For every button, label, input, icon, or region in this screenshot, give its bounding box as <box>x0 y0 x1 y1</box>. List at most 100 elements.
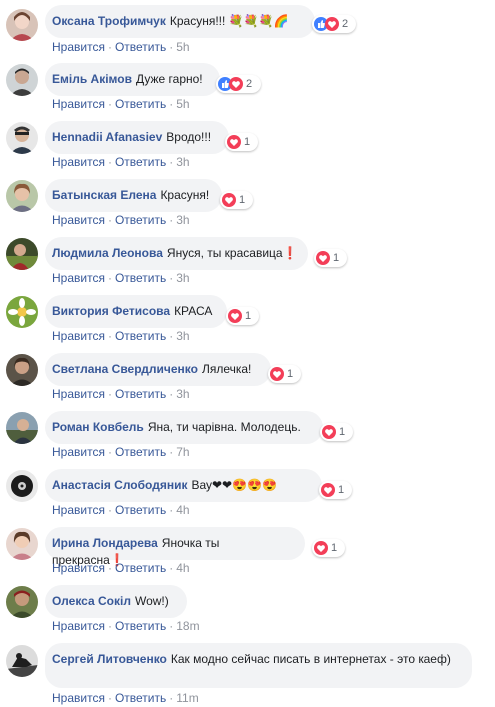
comment-bubble: Еміль Акімов Дуже гарно! <box>45 63 220 96</box>
reaction-count: 1 <box>244 136 251 148</box>
reaction-count: 1 <box>287 368 294 380</box>
separator: · <box>169 97 174 111</box>
reactions-summary[interactable]: 1 <box>220 191 253 209</box>
reactions-summary[interactable]: 1 <box>268 365 301 383</box>
comment-timestamp[interactable]: 5h <box>176 97 189 111</box>
separator: · <box>107 691 112 705</box>
comment-author[interactable]: Роман Ковбель <box>52 420 144 434</box>
comment-text: Wow!) <box>134 594 169 608</box>
separator: · <box>107 155 112 169</box>
like-link[interactable]: Нравится <box>52 561 105 575</box>
reactions-summary[interactable]: 1 <box>314 249 347 267</box>
comment-actions: Нравится · Ответить · 4h <box>52 503 190 517</box>
comment-author[interactable]: Ирина Лондарева <box>52 536 158 550</box>
comment-bubble: Сергей Литовченко Как модно сейчас писать… <box>45 643 472 688</box>
reactions-summary[interactable]: 1 <box>225 133 258 151</box>
comment-bubble: Роман Ковбель Яна, ти чарівна. Молодець. <box>45 411 323 444</box>
comment-text: Красуня!!! 💐💐💐🌈 <box>169 14 289 28</box>
comment-timestamp[interactable]: 18m <box>176 619 199 633</box>
comment-author[interactable]: Виктория Фетисова <box>52 304 170 318</box>
reactions-summary[interactable]: 1 <box>319 481 352 499</box>
avatar[interactable] <box>6 296 38 328</box>
avatar[interactable] <box>6 180 38 212</box>
reactions-summary[interactable]: 1 <box>226 307 259 325</box>
avatar[interactable] <box>6 64 38 96</box>
comment-timestamp[interactable]: 4h <box>176 561 189 575</box>
separator: · <box>169 445 174 459</box>
comment-text: Лялечка! <box>201 362 252 376</box>
reply-link[interactable]: Ответить <box>115 387 166 401</box>
like-link[interactable]: Нравится <box>52 329 105 343</box>
like-link[interactable]: Нравится <box>52 97 105 111</box>
reactions-summary[interactable]: 2 <box>312 15 356 33</box>
like-link[interactable]: Нравится <box>52 387 105 401</box>
avatar[interactable] <box>6 645 38 677</box>
comment-actions: Нравится · Ответить · 4h <box>52 561 190 575</box>
comment-author[interactable]: Людмила Леонова <box>52 246 163 260</box>
reply-link[interactable]: Ответить <box>115 155 166 169</box>
separator: · <box>169 155 174 169</box>
like-link[interactable]: Нравится <box>52 445 105 459</box>
comment-text: Дуже гарно! <box>135 72 203 86</box>
like-link[interactable]: Нравится <box>52 619 105 633</box>
reactions-summary[interactable]: 2 <box>216 75 261 93</box>
comment-author[interactable]: Батынская Елена <box>52 188 156 202</box>
love-icon <box>314 541 328 555</box>
comment-author[interactable]: Олекса Сокіл <box>52 594 131 608</box>
love-icon <box>322 425 336 439</box>
reply-link[interactable]: Ответить <box>115 329 166 343</box>
avatar[interactable] <box>6 122 38 154</box>
avatar[interactable] <box>6 528 38 560</box>
comment-text: Вау❤❤😍😍😍 <box>191 478 277 492</box>
love-icon <box>270 367 284 381</box>
reply-link[interactable]: Ответить <box>115 691 166 705</box>
comment-timestamp[interactable]: 3h <box>176 213 189 227</box>
reaction-count: 2 <box>246 78 253 90</box>
reply-link[interactable]: Ответить <box>115 271 166 285</box>
separator: · <box>107 271 112 285</box>
comment-timestamp[interactable]: 4h <box>176 503 189 517</box>
comment-timestamp[interactable]: 7h <box>176 445 189 459</box>
like-link[interactable]: Нравится <box>52 503 105 517</box>
comment-timestamp[interactable]: 3h <box>176 155 189 169</box>
avatar[interactable] <box>6 470 38 502</box>
reply-link[interactable]: Ответить <box>115 619 166 633</box>
like-link[interactable]: Нравится <box>52 213 105 227</box>
avatar[interactable] <box>6 9 38 41</box>
comment-actions: Нравится · Ответить · 7h <box>52 445 190 459</box>
comment-author[interactable]: Светлана Свердличенко <box>52 362 198 376</box>
reactions-summary[interactable]: 1 <box>312 539 345 557</box>
reply-link[interactable]: Ответить <box>115 503 166 517</box>
separator: · <box>107 40 112 54</box>
comment-author[interactable]: Сергей Литовченко <box>52 652 167 666</box>
reply-link[interactable]: Ответить <box>115 561 166 575</box>
like-link[interactable]: Нравится <box>52 40 105 54</box>
like-link[interactable]: Нравится <box>52 271 105 285</box>
avatar[interactable] <box>6 586 38 618</box>
reply-link[interactable]: Ответить <box>115 213 166 227</box>
reply-link[interactable]: Ответить <box>115 97 166 111</box>
comment-timestamp[interactable]: 3h <box>176 387 189 401</box>
like-link[interactable]: Нравится <box>52 691 105 705</box>
avatar[interactable] <box>6 354 38 386</box>
comment-actions: Нравится · Ответить · 3h <box>52 213 190 227</box>
comment-timestamp[interactable]: 3h <box>176 271 189 285</box>
reaction-count: 1 <box>338 484 345 496</box>
separator: · <box>169 40 174 54</box>
comment-timestamp[interactable]: 5h <box>176 40 189 54</box>
avatar[interactable] <box>6 238 38 270</box>
like-link[interactable]: Нравится <box>52 155 105 169</box>
comment-actions: Нравится · Ответить · 5h <box>52 40 190 54</box>
reactions-summary[interactable]: 1 <box>320 423 353 441</box>
comment-timestamp[interactable]: 3h <box>176 329 189 343</box>
comment-author[interactable]: Hennadii Afanasiev <box>52 130 162 144</box>
comment-author[interactable]: Оксана Трофимчук <box>52 14 166 28</box>
comment-author[interactable]: Еміль Акімов <box>52 72 132 86</box>
reply-link[interactable]: Ответить <box>115 445 166 459</box>
comment-bubble: Оксана Трофимчук Красуня!!! 💐💐💐🌈 <box>45 5 315 38</box>
reply-link[interactable]: Ответить <box>115 40 166 54</box>
comment-text: КРАСА <box>174 304 213 318</box>
comment-timestamp[interactable]: 11m <box>176 691 198 705</box>
avatar[interactable] <box>6 412 38 444</box>
comment-author[interactable]: Анастасія Слободяник <box>52 478 187 492</box>
